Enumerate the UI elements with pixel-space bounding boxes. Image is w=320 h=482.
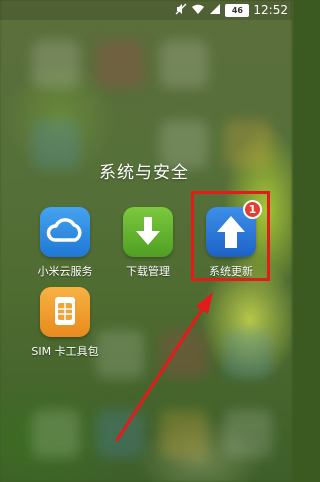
pointer-arrow (115, 292, 213, 442)
